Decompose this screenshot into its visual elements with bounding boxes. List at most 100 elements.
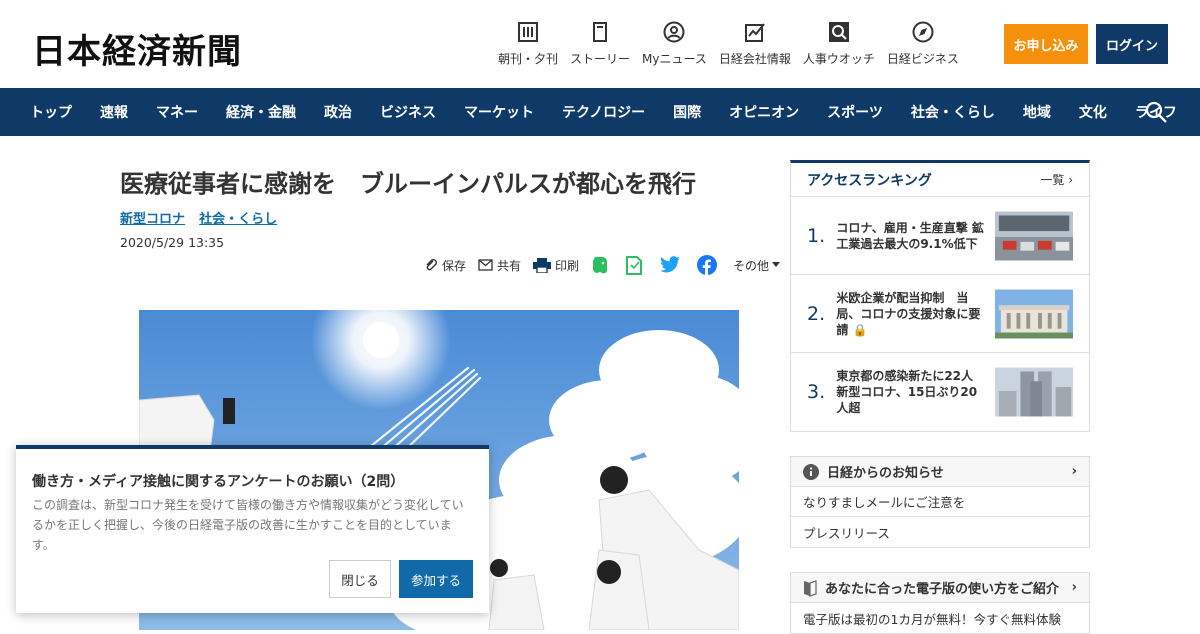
header-nav-item-company[interactable]: 日経会社情報 [713, 20, 797, 67]
gnav-item-breaking[interactable]: 速報 [100, 102, 128, 122]
notice-title: 日経からのお知らせ [827, 466, 944, 481]
user-icon [662, 20, 686, 44]
header-nav-item-personnel[interactable]: 人事ウオッチ [797, 20, 881, 67]
chevron-right-icon: › [1068, 173, 1073, 187]
notice-item[interactable]: プレスリリース [791, 517, 1089, 547]
header-nav-item-business[interactable]: 日経ビジネス [881, 20, 965, 67]
notice-box: 日経からのお知らせ › なりすましメールにご注意を プレスリリース [790, 456, 1090, 548]
gnav-item-market[interactable]: マーケット [464, 102, 534, 122]
tag-link[interactable]: 社会・くらし [199, 212, 277, 227]
twitter-icon [660, 256, 680, 273]
facebook-icon [697, 255, 718, 275]
ranking-more-link[interactable]: 一覧 › [1040, 171, 1073, 188]
ranking-box: アクセスランキング 一覧 › 1. コロナ、雇用・生産直撃 鉱工業過去最大の9.… [790, 160, 1090, 432]
print-label: 印刷 [555, 258, 580, 273]
notice-header[interactable]: 日経からのお知らせ › [791, 457, 1089, 487]
sidebar: アクセスランキング 一覧 › 1. コロナ、雇用・生産直撃 鉱工業過去最大の9.… [790, 160, 1090, 634]
ranking-item[interactable]: 3. 東京都の感染新たに22人 新型コロナ、15日ぶり20人超 [791, 353, 1089, 431]
gnav-item-top[interactable]: トップ [30, 102, 72, 122]
apply-button[interactable]: お申し込み [1004, 24, 1088, 64]
gnav-item-sports[interactable]: スポーツ [827, 102, 883, 122]
header-nav-label: 日経会社情報 [718, 52, 791, 66]
notice-item[interactable]: なりすましメールにご注意を [791, 487, 1089, 517]
header-nav-label: ストーリー [570, 52, 631, 66]
ranking-number: 2. [807, 302, 826, 325]
gnav-item-society[interactable]: 社会・くらし [911, 102, 995, 122]
gnav-item-culture[interactable]: 文化 [1079, 102, 1107, 122]
ranking-number: 1. [807, 224, 826, 247]
evernote-button[interactable] [591, 255, 613, 275]
gnav-item-technology[interactable]: テクノロジー [562, 102, 645, 122]
article-tags: 新型コロナ 社会・くらし [120, 208, 760, 227]
compass-icon [911, 20, 935, 44]
survey-join-button[interactable]: 参加する [399, 560, 473, 598]
article-headline: 医療従事者に感謝を ブルーインパルスが都心を飛行 [120, 170, 696, 198]
search-icon[interactable] [1144, 100, 1168, 124]
guide-box: あなたに合った電子版の使い方をご紹介 › 電子版は最初の1カ月が無料！今すぐ無料… [790, 572, 1090, 634]
lock-icon: 🔒 [852, 322, 868, 337]
gnav-item-international[interactable]: 国際 [673, 102, 701, 122]
save-button[interactable]: 保存 [424, 257, 466, 274]
header-nav-label: Myニュース [642, 52, 707, 66]
survey-body: この調査は、新型コロナ発生を受けて皆様の働き方や情報収集がどう変化しているかを正… [32, 498, 464, 552]
book-icon [588, 20, 612, 44]
tag-link[interactable]: 新型コロナ [120, 212, 185, 227]
facebook-button[interactable] [697, 255, 721, 275]
newspaper-icon [516, 20, 540, 44]
bookmark-icon [626, 256, 643, 275]
caret-down-icon [772, 262, 781, 267]
printer-icon [533, 257, 552, 273]
article-date: 2020/5/29 13:35 [120, 235, 225, 250]
chart-icon [743, 20, 767, 44]
gnav-item-politics[interactable]: 政治 [324, 102, 352, 122]
header-nav-label: 人事ウオッチ [802, 52, 875, 66]
share-label: 共有 [497, 258, 522, 273]
guide-header[interactable]: あなたに合った電子版の使い方をご紹介 › [791, 573, 1089, 603]
print-button[interactable]: 印刷 [533, 257, 579, 274]
guide-text[interactable]: 電子版は最初の1カ月が無料！今すぐ無料体験 [791, 603, 1089, 633]
gnav-item-opinion[interactable]: オピニオン [729, 102, 799, 122]
guide-book-icon [804, 579, 817, 597]
gnav-item-money[interactable]: マネー [156, 102, 198, 122]
share-button[interactable]: 共有 [478, 257, 521, 274]
header-nav-item-edition[interactable]: 朝刊・夕刊 [492, 20, 564, 67]
article-header: 医療従事者に感謝を ブルーインパルスが都心を飛行 新型コロナ 社会・くらし 20… [120, 160, 760, 250]
ranking-header: アクセスランキング 一覧 › [791, 163, 1089, 197]
login-button[interactable]: ログイン [1096, 24, 1168, 64]
ranking-text: コロナ、雇用・生産直撃 鉱工業過去最大の9.1%低下 [836, 220, 984, 251]
survey-dialog: 働き方・メディア接触に関するアンケートのお願い（2問） この調査は、新型コロナ発… [16, 445, 489, 613]
site-header: 日本経済新聞 朝刊・夕刊 ストーリー Myニュース 日経会社情報 人事ウオッチ … [0, 0, 1200, 88]
header-nav-item-story[interactable]: ストーリー [564, 20, 636, 67]
chevron-right-icon: › [1071, 580, 1077, 595]
paperclip-icon [426, 259, 437, 271]
header-nav: 朝刊・夕刊 ストーリー Myニュース 日経会社情報 人事ウオッチ 日経ビジネス [492, 20, 965, 67]
ranking-item[interactable]: 1. コロナ、雇用・生産直撃 鉱工業過去最大の9.1%低下 [791, 197, 1089, 275]
gnav-item-economy[interactable]: 経済・金融 [226, 102, 296, 122]
ranking-thumbnail [994, 367, 1074, 417]
guide-title: あなたに合った電子版の使い方をご紹介 [825, 582, 1060, 597]
ranking-number: 3. [807, 381, 826, 403]
chevron-right-icon: › [1071, 464, 1077, 479]
global-nav-list: トップ 速報 マネー 経済・金融 政治 ビジネス マーケット テクノロジー 国際… [30, 88, 1200, 136]
ranking-item[interactable]: 2. 米欧企業が配当抑制 当局、コロナの支援対象に要請 🔒 [791, 275, 1089, 353]
share-bar: 保存 共有 印刷 その他 [424, 255, 796, 275]
twitter-button[interactable] [659, 256, 685, 274]
ranking-more-label: 一覧 [1040, 173, 1065, 187]
header-nav-item-mynews[interactable]: Myニュース [636, 20, 713, 67]
ranking-thumbnail [994, 289, 1074, 338]
mail-icon [478, 259, 493, 271]
evernote-icon [593, 257, 608, 274]
survey-close-button[interactable]: 閉じる [329, 560, 391, 598]
more-label: その他 [733, 258, 770, 273]
ranking-text: 米欧企業が配当抑制 当局、コロナの支援対象に要請 🔒 [836, 290, 988, 338]
survey-title: 働き方・メディア接触に関するアンケートのお願い（2問） [32, 474, 405, 490]
global-nav: トップ 速報 マネー 経済・金融 政治 ビジネス マーケット テクノロジー 国際… [0, 88, 1200, 136]
site-logo[interactable]: 日本経済新聞 [32, 24, 242, 73]
magnifier-icon [827, 20, 851, 44]
more-share-button[interactable]: その他 [733, 257, 784, 274]
bookmark-button[interactable] [625, 255, 647, 275]
ranking-thumbnail [994, 211, 1074, 260]
gnav-item-business[interactable]: ビジネス [380, 102, 436, 122]
gnav-item-region[interactable]: 地域 [1023, 102, 1051, 122]
ranking-title: アクセスランキング [807, 172, 932, 189]
